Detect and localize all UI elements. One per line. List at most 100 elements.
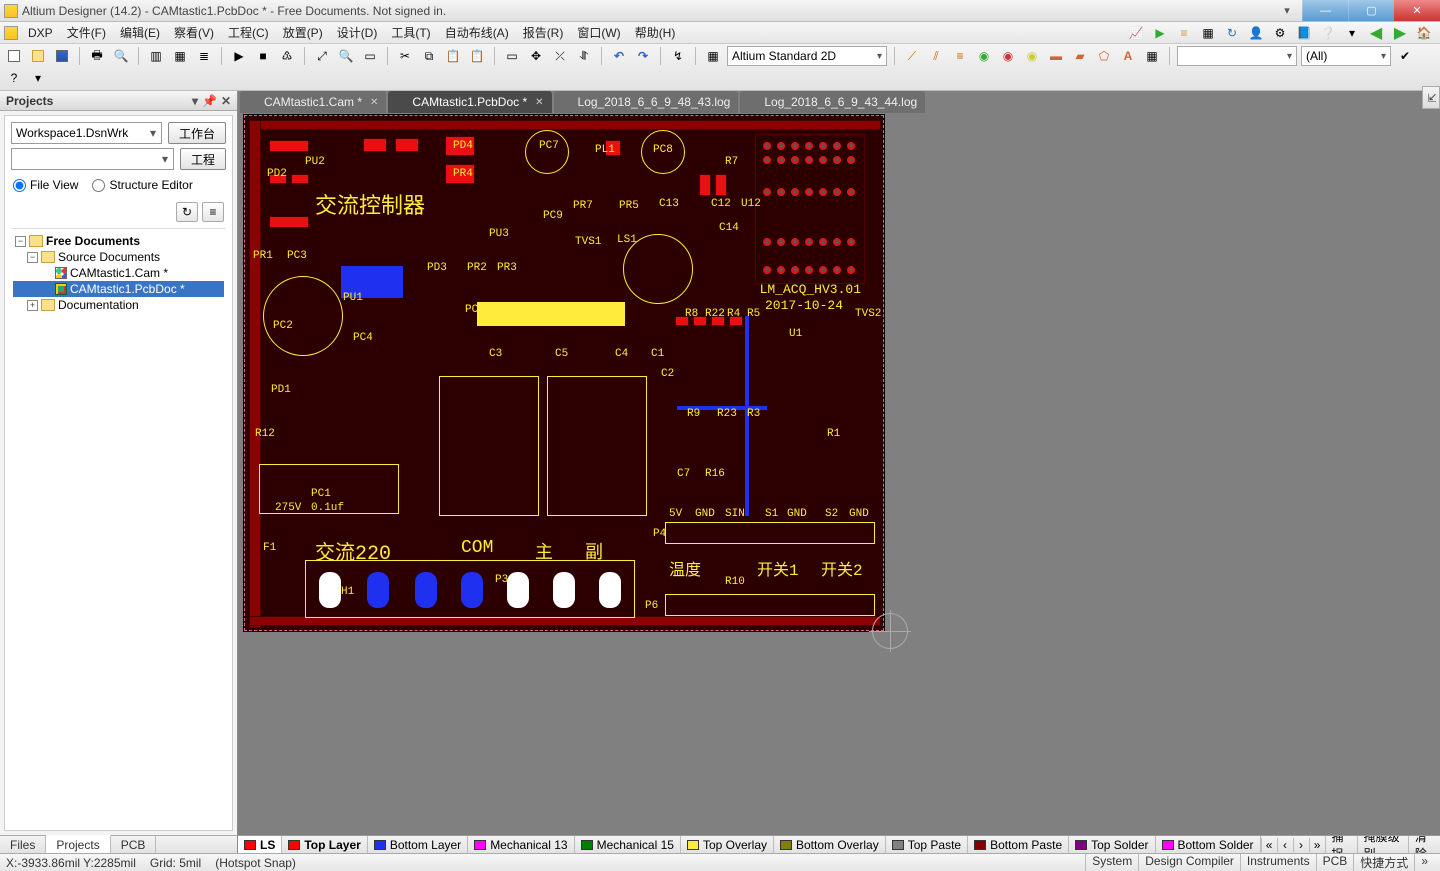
window-dropdown-icon[interactable]: ▾ — [1272, 0, 1302, 21]
structure-editor-radio[interactable]: Structure Editor — [92, 178, 192, 192]
pcb-canvas[interactable]: 交流控制器 LM_ACQ_HV3.01 2017-10-24 交流220 COM… — [238, 113, 1440, 835]
layer-nav-first[interactable]: « — [1261, 838, 1277, 852]
left-tab-projects[interactable]: Projects — [46, 835, 110, 853]
route-icon[interactable]: ⟋ — [902, 46, 922, 66]
menu-tail-chart-icon[interactable]: 📈 — [1126, 23, 1146, 43]
menu-design[interactable]: 设计(D) — [331, 22, 384, 43]
menu-tail-refresh-icon[interactable]: ↻ — [1222, 23, 1242, 43]
copy-icon[interactable]: ⧉ — [419, 46, 439, 66]
tree-options-icon[interactable]: ≡ — [202, 202, 224, 222]
layer-top-paste[interactable]: Top Paste — [886, 836, 968, 853]
projects-panel-header[interactable]: Projects ▾ 📌 ✕ — [0, 91, 237, 111]
project-combo[interactable] — [11, 148, 174, 170]
paste-icon[interactable]: 📋 — [443, 46, 463, 66]
menu-tail-gear-icon[interactable]: ⚙ — [1270, 23, 1290, 43]
filter-more-icon[interactable]: ▾ — [28, 68, 48, 88]
layer-nav-prev[interactable]: ‹ — [1277, 838, 1293, 852]
status-tab-instruments[interactable]: Instruments — [1240, 854, 1316, 871]
menu-report[interactable]: 报告(R) — [517, 22, 570, 43]
layer-mech15[interactable]: Mechanical 15 — [575, 836, 681, 853]
tree-root[interactable]: −Free Documents — [13, 233, 224, 249]
tree-cam-doc[interactable]: CAMtastic1.Cam * — [13, 265, 224, 281]
file-view-radio[interactable]: File View — [13, 178, 78, 192]
menu-tail-play-icon[interactable]: ▶ — [1150, 23, 1170, 43]
maximize-button[interactable]: ▢ — [1348, 0, 1394, 21]
layer-nav-next[interactable]: › — [1293, 838, 1309, 852]
component-icon[interactable]: ▦ — [1142, 46, 1162, 66]
close-button[interactable]: ✕ — [1394, 0, 1440, 21]
left-tab-files[interactable]: Files — [0, 836, 46, 853]
panel-pin-icon[interactable]: 📌 — [202, 94, 217, 108]
nav-home-icon[interactable]: 🏠 — [1414, 23, 1434, 43]
layer-bottom-overlay[interactable]: Bottom Overlay — [774, 836, 886, 853]
menu-tail-layers-icon[interactable]: ≡ — [1174, 23, 1194, 43]
nav-fwd-icon[interactable]: ▶ — [1390, 23, 1410, 43]
layer-bottom-paste[interactable]: Bottom Paste — [968, 836, 1069, 853]
pad-red-icon[interactable]: ◉ — [998, 46, 1018, 66]
new-doc-icon[interactable] — [4, 46, 24, 66]
select-rect-icon[interactable]: ▭ — [502, 46, 522, 66]
menu-help[interactable]: 帮助(H) — [629, 22, 682, 43]
panel-menu-icon[interactable]: ▾ — [192, 94, 198, 108]
layer-bottom[interactable]: Bottom Layer — [368, 836, 468, 853]
fill-icon[interactable]: ▬ — [1046, 46, 1066, 66]
stop-icon[interactable]: ■ — [253, 46, 273, 66]
left-tab-pcb[interactable]: PCB — [111, 836, 157, 853]
nav-back-icon[interactable]: ◀ — [1366, 23, 1386, 43]
cut-icon[interactable]: ✂ — [395, 46, 415, 66]
undo-icon[interactable]: ↶ — [609, 46, 629, 66]
project-button[interactable]: 工程 — [180, 148, 226, 170]
status-tab-design-compiler[interactable]: Design Compiler — [1138, 854, 1240, 871]
route-diff-icon[interactable]: ⫽ — [926, 46, 946, 66]
poly-icon[interactable]: ⬠ — [1094, 46, 1114, 66]
doc-tab-cam[interactable]: CAMtastic1.Cam *✕ — [240, 91, 386, 113]
workspace-button[interactable]: 工作台 — [168, 122, 226, 144]
print-icon[interactable]: 🖶 — [87, 46, 107, 66]
layer-top-solder[interactable]: Top Solder — [1069, 836, 1155, 853]
menu-file[interactable]: 文件(F) — [61, 22, 112, 43]
menu-window[interactable]: 窗口(W) — [571, 22, 626, 43]
workspace-combo[interactable]: Workspace1.DsnWrk — [11, 122, 162, 144]
help-tip-icon[interactable]: ? — [4, 68, 24, 88]
open-icon[interactable] — [28, 46, 48, 66]
panel-close-icon[interactable]: ✕ — [221, 94, 231, 108]
layer-ls[interactable]: LS — [238, 836, 282, 853]
layer-mech13[interactable]: Mechanical 13 — [468, 836, 574, 853]
layer-top-overlay[interactable]: Top Overlay — [681, 836, 774, 853]
tab-close-icon[interactable]: ✕ — [535, 97, 543, 108]
minimize-button[interactable]: — — [1302, 0, 1348, 21]
view-mode-combo[interactable]: Altium Standard 2D — [727, 46, 887, 66]
status-tab-shortcuts[interactable]: 快捷方式 — [1353, 854, 1414, 871]
move-icon[interactable]: ✥ — [526, 46, 546, 66]
layer-nav-last[interactable]: » — [1309, 838, 1325, 852]
layers-icon[interactable]: ≣ — [194, 46, 214, 66]
menu-tools[interactable]: 工具(T) — [385, 22, 436, 43]
preview-icon[interactable]: 🔍 — [111, 46, 131, 66]
compile-icon[interactable]: ▶ — [229, 46, 249, 66]
tree-icon[interactable]: ♳ — [277, 46, 297, 66]
projects-tree[interactable]: −Free Documents −Source Documents CAMtas… — [11, 228, 226, 824]
paste-special-icon[interactable]: 📋 — [467, 46, 487, 66]
clear-icon[interactable]: ⥯ — [574, 46, 594, 66]
menu-place[interactable]: 放置(P) — [277, 22, 329, 43]
pcb-board[interactable]: 交流控制器 LM_ACQ_HV3.01 2017-10-24 交流220 COM… — [244, 115, 884, 631]
cross-probe-icon[interactable]: ↯ — [668, 46, 688, 66]
menu-edit[interactable]: 编辑(E) — [114, 22, 166, 43]
pad-yellow-icon[interactable]: ◉ — [1022, 46, 1042, 66]
text-icon[interactable]: A — [1118, 46, 1138, 66]
region-icon[interactable]: ▰ — [1070, 46, 1090, 66]
board-icon[interactable]: ▦ — [170, 46, 190, 66]
doc-tab-log1[interactable]: Log_2018_6_6_9_48_43.log — [554, 91, 739, 113]
route-multi-icon[interactable]: ≡ — [950, 46, 970, 66]
filter-apply-icon[interactable]: ✔ — [1395, 46, 1415, 66]
zoom-in-icon[interactable]: 🔍 — [336, 46, 356, 66]
menu-tail-help-icon[interactable]: ❔ — [1318, 23, 1338, 43]
doc-tab-log2[interactable]: Log_2018_6_6_9_43_44.log — [740, 91, 925, 113]
zoom-fit-icon[interactable]: ⤢ — [312, 46, 332, 66]
menu-tail-grid-icon[interactable]: ▦ — [1198, 23, 1218, 43]
redo-icon[interactable]: ↷ — [633, 46, 653, 66]
right-collapsed-panel[interactable]: ⇲ — [1422, 86, 1440, 109]
status-more-icon[interactable]: » — [1414, 854, 1434, 871]
all-filter-combo[interactable]: (All) — [1301, 46, 1391, 66]
rtab-mask[interactable]: 掩膜级别 — [1357, 835, 1408, 853]
